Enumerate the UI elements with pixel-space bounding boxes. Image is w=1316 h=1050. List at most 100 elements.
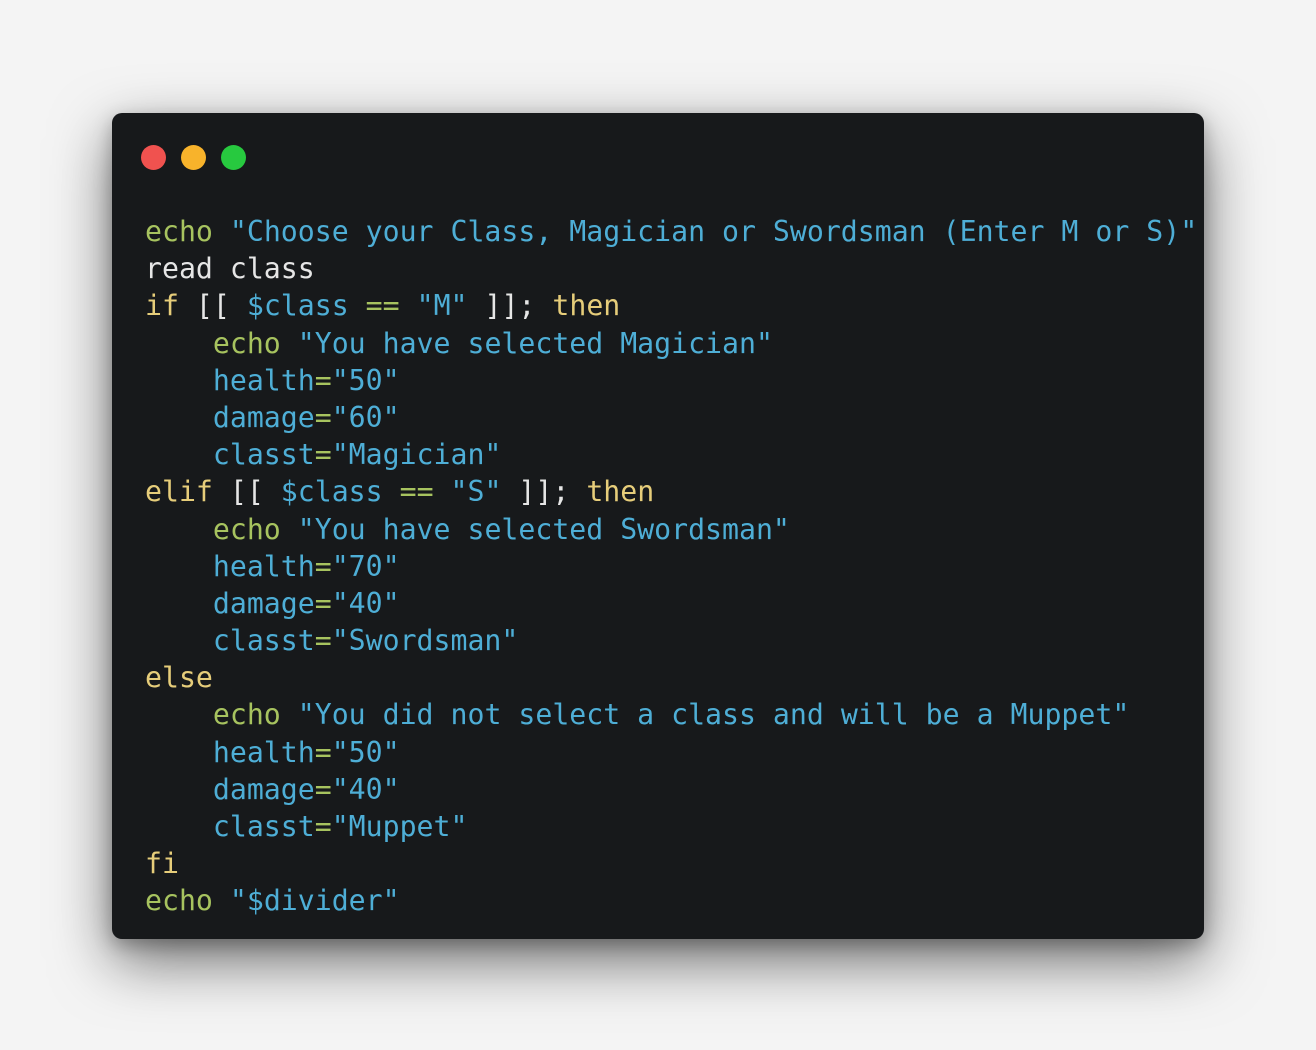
code-token-plain: ]]; — [467, 289, 553, 323]
code-token-string: "M" — [416, 289, 468, 323]
code-token-builtin: echo — [145, 884, 213, 918]
code-line: elif [[ $class == "S" ]]; then — [145, 473, 1204, 510]
code-line: echo "You did not select a class and wil… — [145, 696, 1204, 733]
code-line: health="50" — [145, 362, 1204, 399]
code-token-variable: classt — [212, 624, 315, 658]
code-token-builtin: echo — [145, 215, 213, 248]
code-token-operator: == — [399, 475, 434, 509]
code-token-operator: = — [314, 438, 332, 472]
code-token-plain: ]]; — [501, 475, 587, 509]
code-token-operator: = — [314, 549, 332, 583]
code-line: else — [145, 659, 1204, 696]
code-token-plain: read class — [145, 252, 315, 286]
code-token-string: "S" — [450, 475, 502, 509]
code-token-operator: = — [314, 735, 332, 769]
code-token-keyword: fi — [145, 847, 179, 881]
maximize-button[interactable] — [221, 145, 246, 170]
code-token-operator: = — [314, 772, 332, 806]
code-line: read class — [145, 250, 1204, 287]
code-token-string: "50" — [331, 363, 400, 397]
code-token-variable: damage — [212, 586, 315, 620]
code-token-builtin: echo — [212, 326, 281, 360]
code-line: echo "$divider" — [145, 882, 1204, 919]
code-line: echo "You have selected Magician" — [145, 325, 1204, 362]
window-controls — [141, 145, 246, 170]
code-token-string: "Muppet" — [331, 810, 468, 843]
code-token-keyword: then — [552, 289, 621, 323]
code-token-keyword: elif — [145, 475, 213, 509]
code-token-string: "Magician" — [331, 438, 502, 472]
code-token-operator: = — [314, 810, 332, 843]
code-token-string: "70" — [331, 549, 400, 583]
code-token-variable: $class — [280, 475, 383, 509]
code-block: echo "Choose your Class, Magician or Swo… — [145, 213, 1204, 920]
code-token-string: "$divider" — [229, 884, 400, 918]
code-token-plain: [[ — [178, 289, 247, 323]
code-line: health="50" — [145, 734, 1204, 771]
code-line: damage="60" — [145, 399, 1204, 436]
code-token-string: "50" — [331, 735, 400, 769]
code-line: damage="40" — [145, 585, 1204, 622]
code-token-variable: health — [212, 735, 315, 769]
code-token-variable: $class — [246, 289, 349, 323]
code-token-operator: = — [314, 624, 332, 658]
code-token-keyword: if — [145, 289, 179, 323]
code-token-operator: = — [314, 363, 332, 397]
code-token-variable: damage — [212, 400, 315, 434]
code-line: classt="Muppet" — [145, 808, 1204, 845]
code-token-variable: health — [212, 363, 315, 397]
code-token-plain: [[ — [212, 475, 281, 509]
code-token-string: "You did not select a class and will be … — [297, 698, 1130, 732]
code-line: classt="Magician" — [145, 436, 1204, 473]
code-token-string: "Swordsman" — [331, 624, 519, 658]
code-token-builtin: echo — [212, 512, 281, 546]
code-line: echo "You have selected Swordsman" — [145, 511, 1204, 548]
code-token-variable: damage — [212, 772, 315, 806]
code-line: fi — [145, 845, 1204, 882]
code-line: health="70" — [145, 548, 1204, 585]
code-token-operator: = — [314, 586, 332, 620]
code-token-variable: classt — [212, 810, 315, 843]
code-window: echo "Choose your Class, Magician or Swo… — [112, 113, 1204, 939]
code-token-operator: == — [365, 289, 400, 323]
code-token-string: "You have selected Swordsman" — [297, 512, 790, 546]
code-token-variable: classt — [212, 438, 315, 472]
code-line: classt="Swordsman" — [145, 622, 1204, 659]
code-token-string: "60" — [331, 400, 400, 434]
code-token-string: "You have selected Magician" — [297, 326, 773, 360]
code-token-keyword: then — [586, 475, 655, 509]
minimize-button[interactable] — [181, 145, 206, 170]
code-token-operator: = — [314, 400, 332, 434]
code-line: echo "Choose your Class, Magician or Swo… — [145, 213, 1204, 250]
code-token-string: "Choose your Class, Magician or Swordsma… — [229, 215, 1198, 248]
code-token-string: "40" — [331, 586, 400, 620]
code-token-variable: health — [212, 549, 315, 583]
code-line: if [[ $class == "M" ]]; then — [145, 287, 1204, 324]
code-token-string: "40" — [331, 772, 400, 806]
close-button[interactable] — [141, 145, 166, 170]
code-token-keyword: else — [145, 661, 213, 695]
code-line: damage="40" — [145, 771, 1204, 808]
code-token-builtin: echo — [212, 698, 281, 732]
